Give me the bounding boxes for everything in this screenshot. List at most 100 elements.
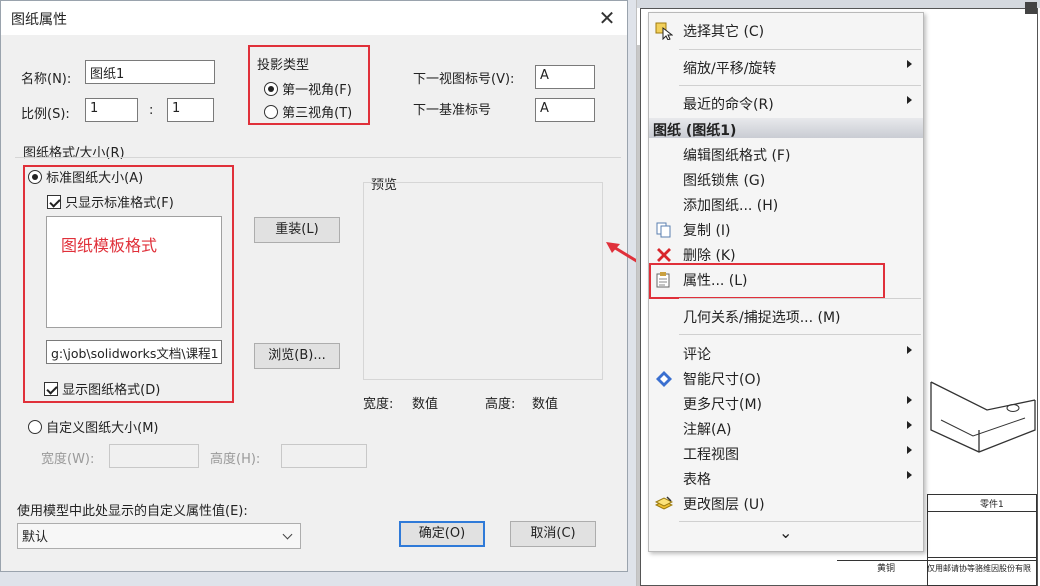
chevron-down-icon [282,529,293,540]
menu-item-label: 删除 (K) [683,248,736,264]
expand-menu-icon[interactable]: ⌄ [779,523,792,542]
sheet-margin [637,45,640,586]
menu-item-label: 评论 [683,347,711,363]
section-header-label: 图纸 (图纸1) [653,123,737,139]
title-block-line [928,511,1036,512]
menu-item-add-sheet[interactable]: 添加图纸... (H) [649,192,923,217]
menu-item-tables[interactable]: 表格 [649,466,923,491]
next-view-label: 下一视图标号(V): [413,72,515,87]
menu-item-relations-snaps[interactable]: 几何关系/捕捉选项... (M) [649,304,923,329]
menu-item-more-dimensions[interactable]: 更多尺寸(M) [649,391,923,416]
scale-denominator-input[interactable]: 1 [167,98,214,122]
submenu-arrow-icon [907,60,912,68]
preview-pane [363,182,603,380]
ok-button[interactable]: 确定(O) [399,521,485,547]
close-button[interactable]: ✕ [593,5,621,31]
custom-props-label: 使用模型中此处显示的自定义属性值(E): [17,504,248,519]
copy-icon [656,222,671,238]
name-input[interactable]: 图纸1 [85,60,215,84]
context-menu: 选择其它 (C) 缩放/平移/旋转 最近的命令(R) 图纸 (图纸1) 编辑图纸… [648,12,924,552]
menu-item-smart-dimension[interactable]: 智能尺寸(O) [649,366,923,391]
menu-item-label: 智能尺寸(O) [683,372,761,388]
custom-props-value: 默认 [22,530,49,545]
menu-item-comment[interactable]: 评论 [649,341,923,366]
checkbox-checked-icon [44,382,58,396]
first-angle-radio[interactable]: 第一视角(F) [264,79,352,98]
part-sketch-icon [930,381,1036,453]
first-angle-label: 第一视角(F) [282,83,352,98]
menu-separator [679,334,921,335]
menu-separator [679,521,921,522]
menu-item-label: 几何关系/捕捉选项... (M) [683,310,841,326]
projection-type-title: 投影类型 [257,58,310,73]
reload-button[interactable]: 重装(L) [254,217,340,243]
only-standard-checkbox[interactable]: 只显示标准格式(F) [47,192,174,211]
show-format-checkbox[interactable]: 显示图纸格式(D) [44,379,160,398]
custom-props-select[interactable]: 默认 [17,523,301,549]
checkbox-checked-icon [47,195,61,209]
menu-item-annotations[interactable]: 注解(A) [649,416,923,441]
format-group-label: 图纸格式/大小(R) [23,146,125,161]
menu-item-change-layer[interactable]: 更改图层 (U) [649,491,923,516]
menu-item-label: 最近的命令(R) [683,97,774,113]
menu-item-label: 添加图纸... (H) [683,198,779,214]
smart-dimension-icon [656,371,672,387]
radio-selected-icon [28,170,42,184]
title-block-part: 零件1 [980,500,1004,510]
menu-item-drawing-views[interactable]: 工程视图 [649,441,923,466]
menu-item-lock-sheet-focus[interactable]: 图纸锁焦 (G) [649,167,923,192]
radio-unselected-icon [28,420,42,434]
next-datum-input[interactable]: A [535,98,595,122]
height-label: 高度: [485,397,516,412]
cancel-button[interactable]: 取消(C) [510,521,596,547]
menu-item-label: 更多尺寸(M) [683,397,763,413]
menu-item-label: 选择其它 (C) [683,24,765,40]
change-layer-icon [655,496,673,510]
next-datum-label: 下一基准标号 [413,103,492,118]
custom-size-radio[interactable]: 自定义图纸大小(M) [28,417,159,436]
footer-text: 仅用邮请协等骆维因股份有限 [927,564,1031,573]
menu-item-select-other[interactable]: 选择其它 (C) [649,18,923,43]
title-block-line [928,557,1036,558]
submenu-arrow-icon [907,96,912,104]
submenu-arrow-icon [907,396,912,404]
custom-size-label: 自定义图纸大小(M) [46,421,159,436]
group-divider [15,157,621,158]
menu-item-copy[interactable]: 复制 (I) [649,217,923,242]
standard-size-radio[interactable]: 标准图纸大小(A) [28,167,143,186]
custom-width-label: 宽度(W): [41,452,95,467]
third-angle-radio[interactable]: 第三视角(T) [264,102,352,121]
properties-highlight [649,263,885,299]
sheet-properties-dialog: 图纸属性 ✕ 名称(N): 图纸1 比例(S): 1 : 1 投影类型 第一视角… [0,0,628,572]
height-value: 数值 [532,397,559,412]
title-block-line [837,560,1037,561]
menu-item-zoom-pan-rotate[interactable]: 缩放/平移/旋转 [649,55,923,80]
radio-selected-icon [264,82,278,96]
menu-separator [679,85,921,86]
custom-height-input[interactable] [281,444,367,468]
menu-separator [679,298,921,299]
width-value: 数值 [412,397,439,412]
submenu-arrow-icon [907,446,912,454]
dialog-titlebar: 图纸属性 ✕ [1,1,627,35]
menu-item-label: 编辑图纸格式 (F) [683,148,791,164]
menu-item-label: 图纸锁焦 (G) [683,173,766,189]
template-list[interactable]: 图纸模板格式 [46,216,222,328]
menu-item-edit-sheet-format[interactable]: 编辑图纸格式 (F) [649,142,923,167]
standard-size-label: 标准图纸大小(A) [46,171,144,186]
next-view-input[interactable]: A [535,65,595,89]
template-path-input[interactable]: g:\job\solidworks文档\课程1 [46,340,222,364]
third-angle-label: 第三视角(T) [282,106,353,121]
menu-item-label: 表格 [683,472,711,488]
menu-item-label: 缩放/平移/旋转 [683,61,777,77]
scale-numerator-input[interactable]: 1 [85,98,138,122]
browse-button[interactable]: 浏览(B)... [254,343,340,369]
custom-width-input[interactable] [109,444,199,468]
menu-item-label: 复制 (I) [683,223,731,239]
scale-label: 比例(S): [21,107,70,122]
template-annotation: 图纸模板格式 [61,236,158,255]
menu-item-recent-commands[interactable]: 最近的命令(R) [649,91,923,116]
sheet-corner-marker [1025,2,1037,14]
menu-separator [679,49,921,50]
delete-icon [657,248,671,262]
